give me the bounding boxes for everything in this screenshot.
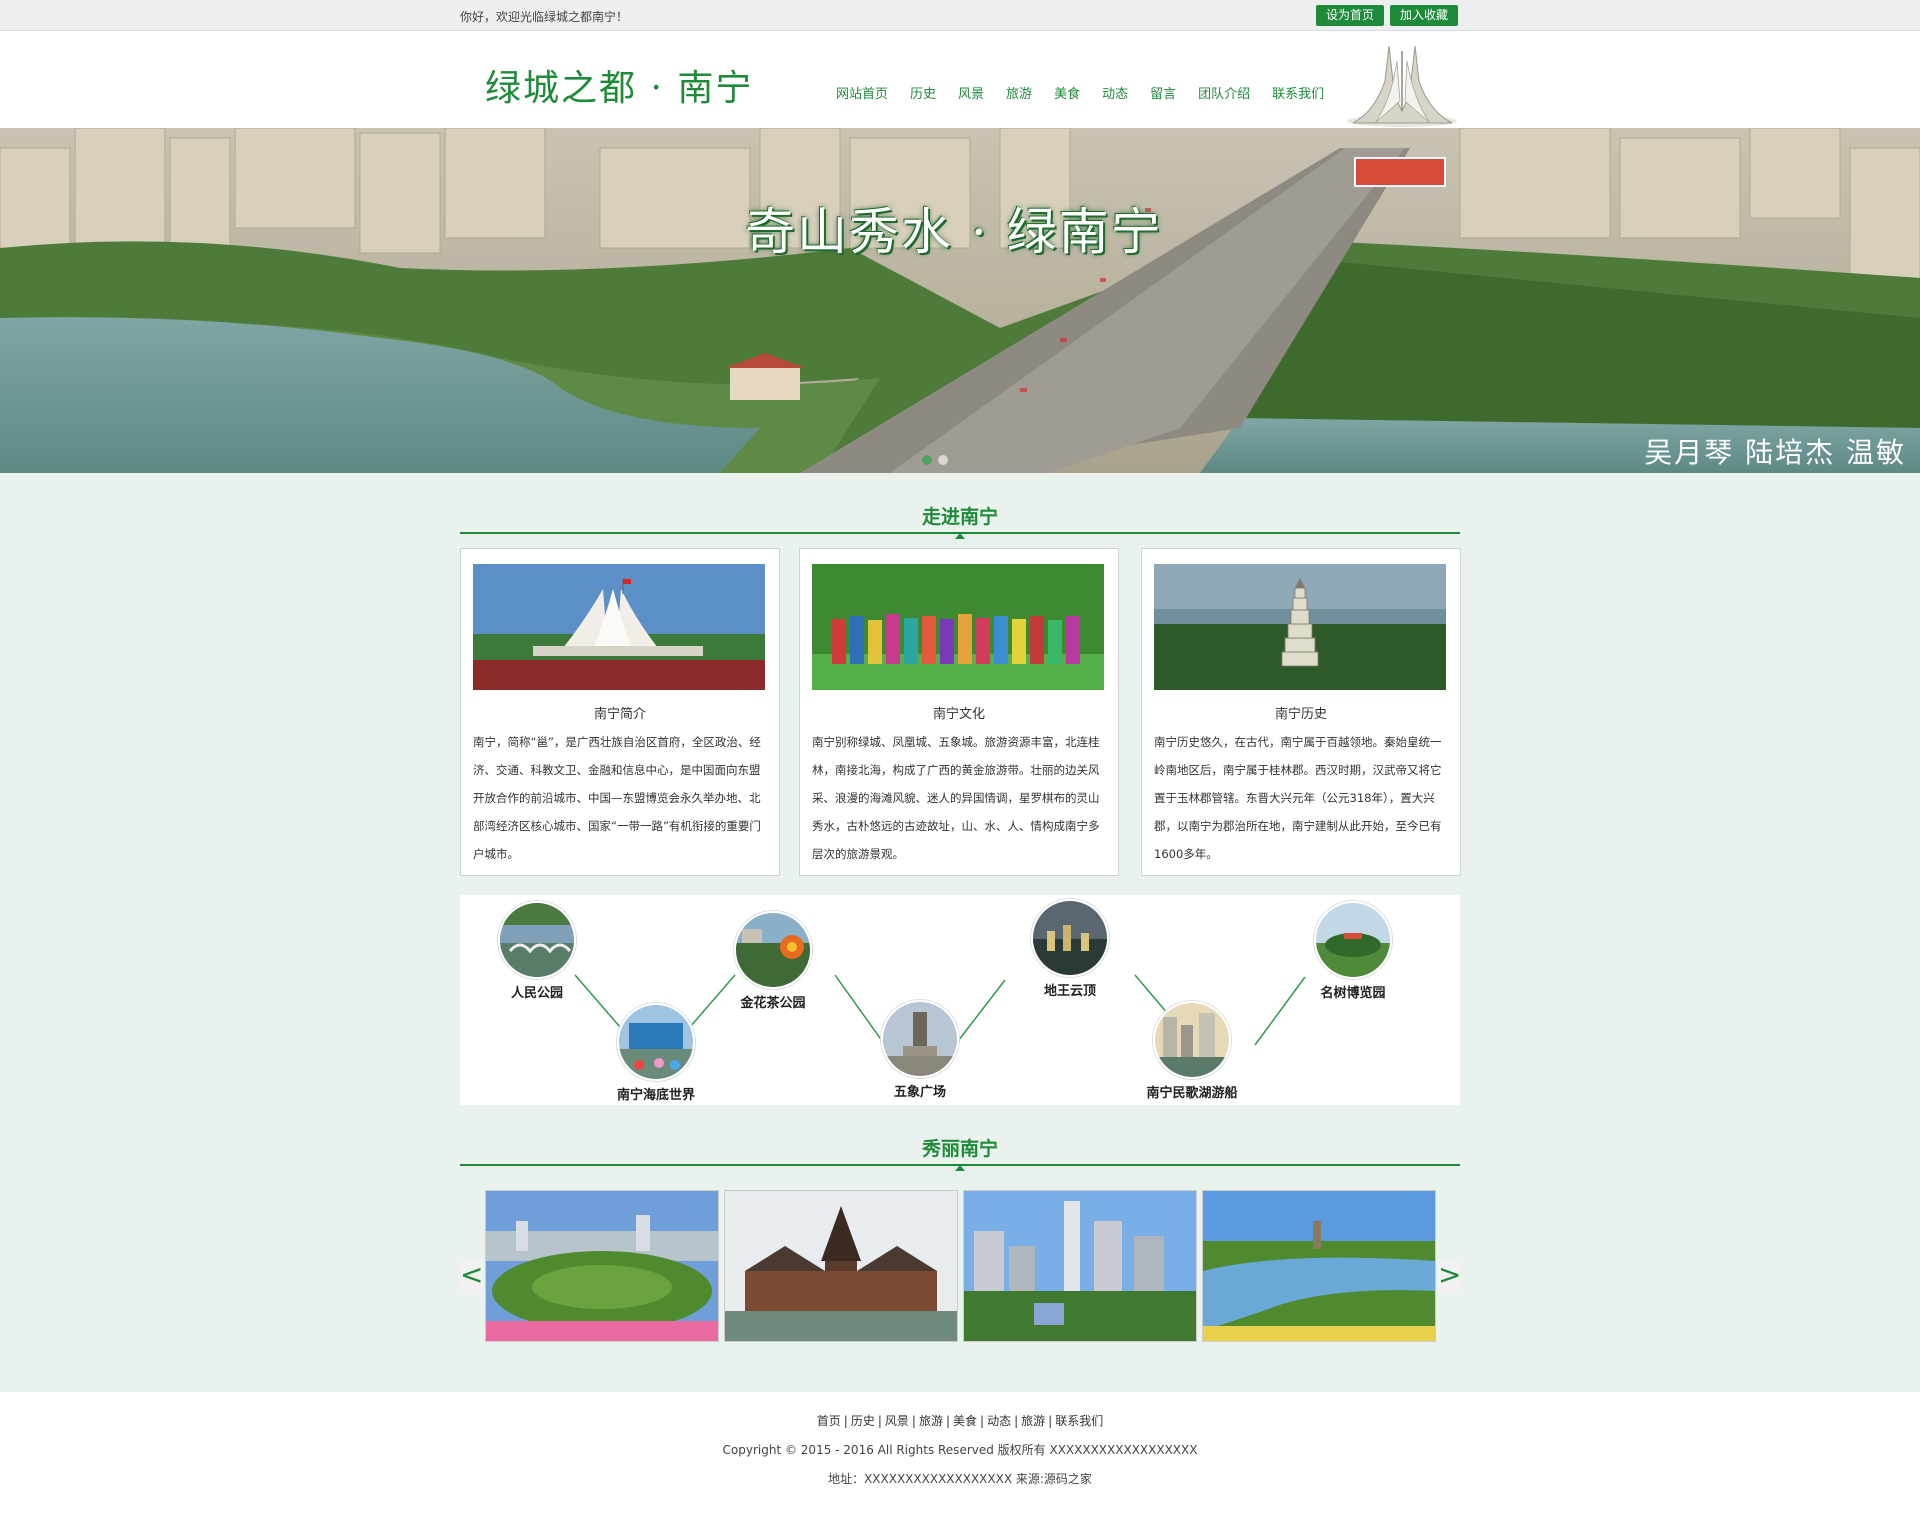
gallery-image-city-skyline[interactable]: [963, 1190, 1197, 1342]
triangle-marker-icon: [955, 533, 965, 539]
section-heading-intro: 走进南宁: [460, 492, 1460, 539]
info-card-history: 南宁历史 南宁历史悠久，在古代，南宁属于百越领地。秦始皇统一岭南地区后，南宁属于…: [1141, 548, 1461, 876]
card-title[interactable]: 南宁文化: [800, 703, 1118, 722]
carousel-next-button[interactable]: >: [1438, 1260, 1461, 1294]
city-panorama-image: [0, 128, 1920, 473]
tree-garden-icon[interactable]: [1314, 901, 1392, 979]
hero-banner: 奇山秀水 · 绿南宁 吴月琴 陆培杰 温敏: [0, 128, 1920, 473]
footer-link-news[interactable]: 动态: [987, 1414, 1011, 1428]
photo-carousel: < >: [460, 1188, 1461, 1343]
park-bridge-icon[interactable]: [498, 901, 576, 979]
section-title: 走进南宁: [921, 506, 998, 528]
nav-news[interactable]: 动态: [1102, 83, 1128, 102]
gallery-image-river-park[interactable]: [1202, 1190, 1436, 1342]
spot-wuxiang-square: 五象广场: [850, 1000, 990, 1100]
site-logo[interactable]: 绿城之都 · 南宁: [485, 59, 753, 111]
info-card-intro: 南宁简介 南宁，简称“邕”，是广西壮族自治区首府，全区政治、经济、交通、科教文卫…: [460, 548, 780, 876]
card-description: 南宁历史悠久，在古代，南宁属于百越领地。秦始皇统一岭南地区后，南宁属于桂林郡。西…: [1154, 735, 1442, 861]
gallery-image-drum-tower[interactable]: [724, 1190, 958, 1342]
banner-dot-1[interactable]: [922, 455, 932, 465]
attractions-route: 人民公园 南宁海底世界 金花茶公园 五象广场 地王云顶 南宁民歌湖游船 名树博览…: [460, 895, 1460, 1105]
banner-credit: 吴月琴 陆培杰 温敏: [1644, 436, 1906, 469]
banner-title: 奇山秀水 · 绿南宁: [745, 203, 1163, 261]
spot-underwater-world: 南宁海底世界: [586, 1003, 726, 1103]
site-header: 绿城之都 · 南宁 网站首页 历史 风景 旅游 美食 动态 留言 团队介绍 联系…: [0, 31, 1920, 128]
lake-boat-icon[interactable]: [1153, 1001, 1231, 1079]
pagoda-image[interactable]: [1154, 564, 1446, 690]
ethnic-group-photo-image[interactable]: [812, 564, 1104, 690]
nav-team[interactable]: 团队介绍: [1198, 83, 1250, 102]
banner-pager: [922, 455, 948, 465]
nav-history[interactable]: 历史: [910, 83, 936, 102]
card-title[interactable]: 南宁简介: [461, 703, 779, 722]
footer-link-history[interactable]: 历史: [851, 1414, 875, 1428]
skyline-icon[interactable]: [1031, 899, 1109, 977]
spot-label[interactable]: 名树博览园: [1283, 982, 1423, 1001]
nav-contact[interactable]: 联系我们: [1272, 83, 1324, 102]
welcome-text: 你好，欢迎光临绿城之都南宁！: [460, 10, 629, 24]
nav-guestbook[interactable]: 留言: [1150, 83, 1176, 102]
triangle-marker-icon: [955, 1165, 965, 1171]
nav-food[interactable]: 美食: [1054, 83, 1080, 102]
footer-link-contact[interactable]: 联系我们: [1055, 1414, 1103, 1428]
spot-people-park: 人民公园: [467, 901, 607, 1001]
main-nav: 网站首页 历史 风景 旅游 美食 动态 留言 团队介绍 联系我们: [836, 83, 1346, 102]
spot-label[interactable]: 南宁海底世界: [586, 1084, 726, 1103]
spot-tree-garden: 名树博览园: [1283, 901, 1423, 1001]
spot-label[interactable]: 人民公园: [467, 982, 607, 1001]
section-heading-gallery: 秀丽南宁: [460, 1124, 1460, 1171]
footer-link-travel[interactable]: 旅游: [919, 1414, 943, 1428]
nav-scenery[interactable]: 风景: [958, 83, 984, 102]
flower-park-icon[interactable]: [734, 911, 812, 989]
nav-home[interactable]: 网站首页: [836, 83, 888, 102]
spot-folk-song-lake: 南宁民歌湖游船: [1122, 1001, 1262, 1101]
convention-center-image[interactable]: [473, 564, 765, 690]
footer-link-scenery[interactable]: 风景: [885, 1414, 909, 1428]
footer-links: 首页 | 历史 | 风景 | 旅游 | 美食 | 动态 | 旅游 | 联系我们: [816, 1414, 1104, 1428]
statue-square-icon[interactable]: [881, 1000, 959, 1078]
nav-travel[interactable]: 旅游: [1006, 83, 1032, 102]
card-description: 南宁，简称“邕”，是广西壮族自治区首府，全区政治、经济、交通、科教文卫、金融和信…: [473, 735, 761, 861]
address-text: 地址：XXXXXXXXXXXXXXXXXX 来源:源码之家: [828, 1472, 1092, 1486]
aquarium-icon[interactable]: [617, 1003, 695, 1081]
set-homepage-button[interactable]: 设为首页: [1316, 5, 1385, 26]
site-footer: 首页 | 历史 | 风景 | 旅游 | 美食 | 动态 | 旅游 | 联系我们 Copyright © 20…: [0, 1392, 1920, 1535]
spot-label[interactable]: 南宁民歌湖游船: [1122, 1082, 1262, 1101]
spot-label[interactable]: 金花茶公园: [703, 992, 843, 1011]
footer-link-home[interactable]: 首页: [817, 1414, 841, 1428]
spot-camellia-park: 金花茶公园: [703, 911, 843, 1011]
gallery-image-convention-center[interactable]: [485, 1190, 719, 1342]
top-bar: 你好，欢迎光临绿城之都南宁！ 设为首页 加入收藏: [0, 0, 1920, 31]
carousel-prev-button[interactable]: <: [460, 1260, 483, 1294]
info-card-culture: 南宁文化 南宁别称绿城、凤凰城、五象城。旅游资源丰富，北连桂林，南接北海，构成了…: [799, 548, 1119, 876]
spot-diwang-tower: 地王云顶: [1000, 899, 1140, 999]
card-description: 南宁别称绿城、凤凰城、五象城。旅游资源丰富，北连桂林，南接北海，构成了广西的黄金…: [812, 735, 1100, 861]
spot-label[interactable]: 地王云顶: [1000, 980, 1140, 999]
footer-link-travel-2[interactable]: 旅游: [1021, 1414, 1045, 1428]
copyright-text: Copyright © 2015 - 2016 All Rights Reser…: [722, 1443, 1198, 1457]
card-title[interactable]: 南宁历史: [1142, 703, 1460, 722]
add-favorite-button[interactable]: 加入收藏: [1390, 5, 1459, 26]
section-title: 秀丽南宁: [921, 1138, 998, 1160]
footer-link-food[interactable]: 美食: [953, 1414, 977, 1428]
spot-label[interactable]: 五象广场: [850, 1081, 990, 1100]
landmark-building-icon: [1347, 45, 1457, 127]
banner-dot-2[interactable]: [938, 455, 948, 465]
